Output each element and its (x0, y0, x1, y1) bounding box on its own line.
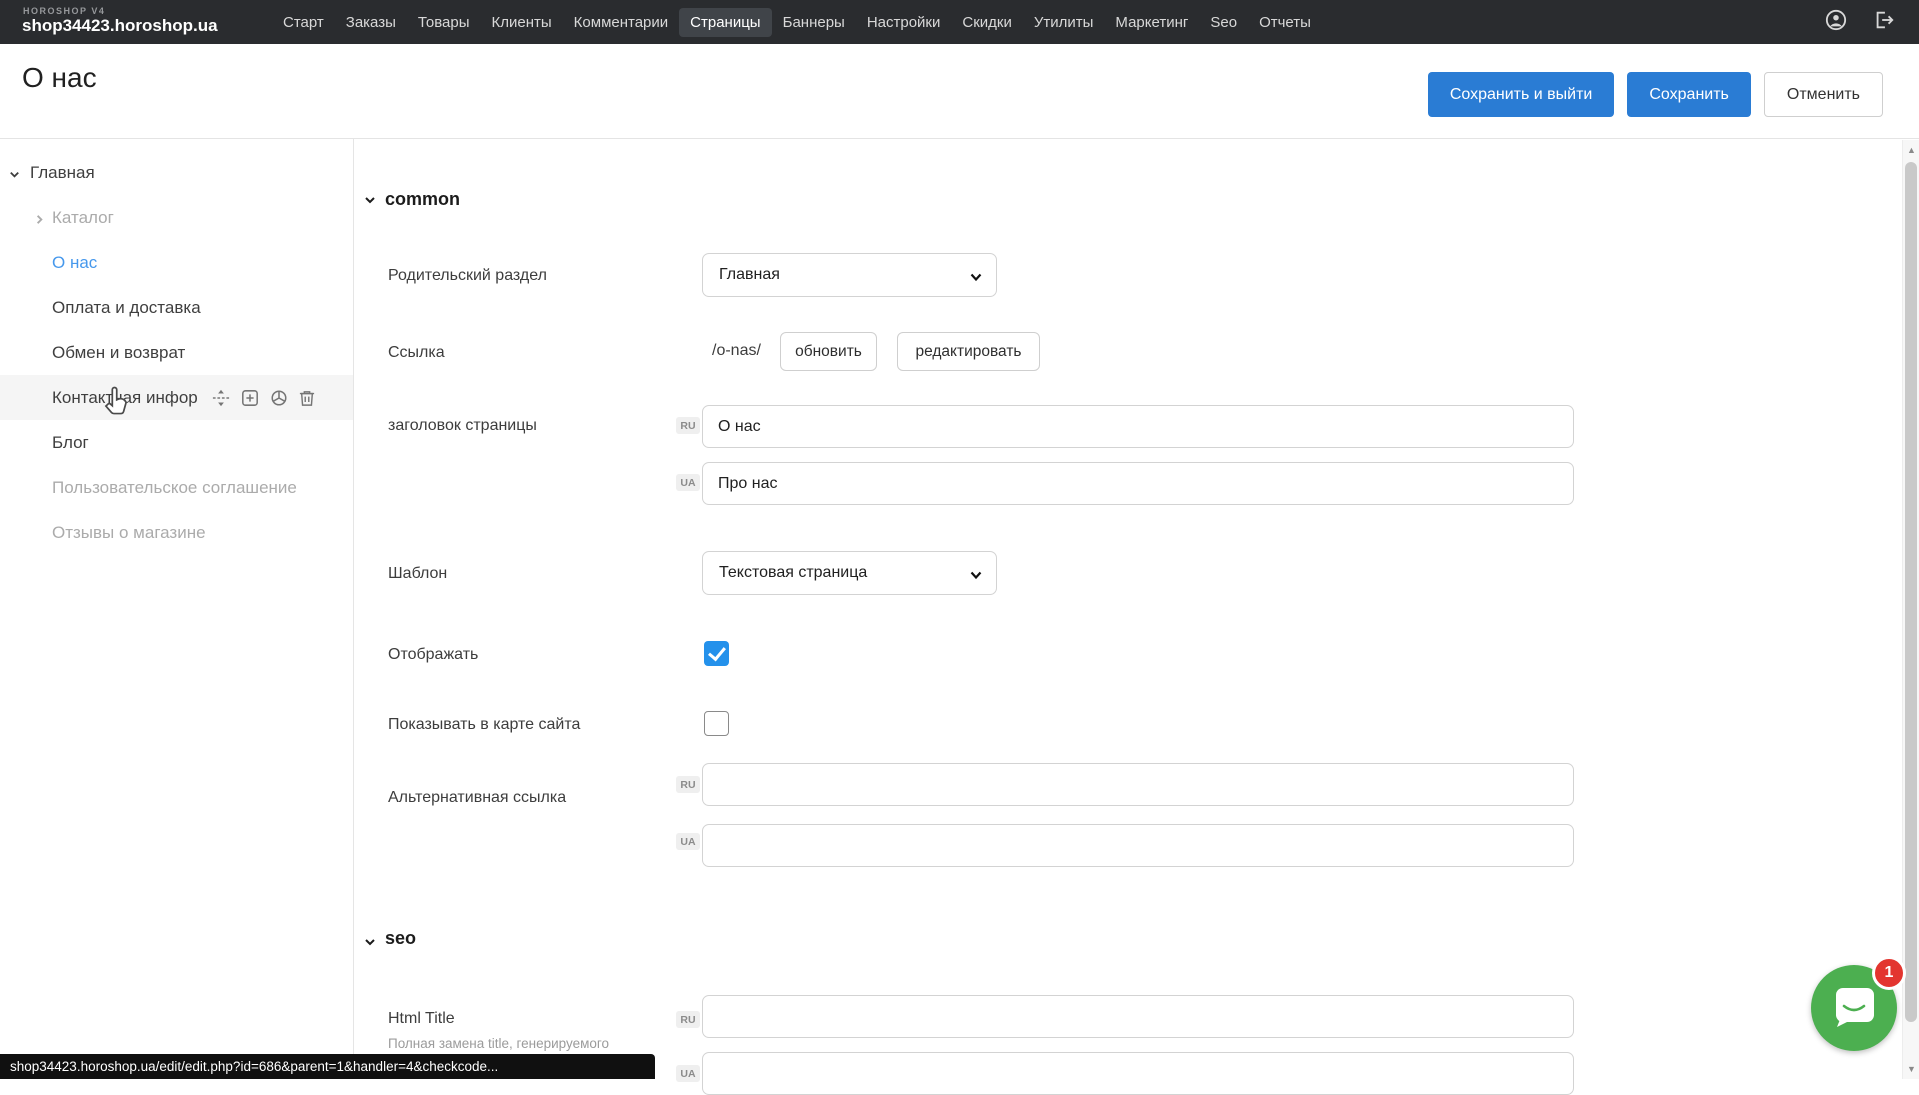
link-refresh-button[interactable]: обновить (780, 332, 877, 371)
status-url-text: shop34423.horoshop.ua/edit/edit.php?id=6… (10, 1059, 498, 1074)
tree-item-label: Обмен и возврат (0, 343, 185, 363)
brand-version-label: HOROSHOP V4 (23, 6, 105, 16)
tree-item-contact-info-hovered[interactable]: Контактная инфор (0, 375, 353, 420)
section-common-title[interactable]: common (385, 189, 460, 210)
section-common-collapse-icon[interactable] (363, 193, 377, 207)
tree-item-exchange-return[interactable]: Обмен и возврат (0, 330, 353, 375)
nav-products[interactable]: Товары (407, 8, 481, 37)
alt-link-ru-input[interactable] (702, 763, 1574, 806)
save-button[interactable]: Сохранить (1627, 72, 1751, 117)
tree-item-blog[interactable]: Блог (0, 420, 353, 465)
html-title-hint: Полная замена title, генерируемого (388, 1036, 609, 1051)
chat-unread-badge: 1 (1872, 956, 1906, 990)
scrollbar-thumb[interactable] (1905, 162, 1917, 1022)
link-path-value: /o-nas/ (712, 342, 761, 360)
save-and-exit-button[interactable]: Сохранить и выйти (1428, 72, 1615, 117)
lang-badge-ru: RU (676, 1011, 700, 1028)
tree-item-label: Оплата и доставка (0, 298, 201, 318)
template-select[interactable]: Текстовая страница (702, 551, 997, 595)
lang-badge-ua: UA (676, 1065, 700, 1082)
nav-reports[interactable]: Отчеты (1248, 8, 1322, 37)
nav-settings[interactable]: Настройки (856, 8, 952, 37)
nav-seo[interactable]: Seo (1199, 8, 1248, 37)
nav-pages[interactable]: Страницы (679, 8, 771, 37)
status-url-tooltip: shop34423.horoshop.ua/edit/edit.php?id=6… (0, 1054, 655, 1079)
tree-item-label: Отзывы о магазине (0, 523, 206, 543)
shop-domain-label[interactable]: shop34423.horoshop.ua (22, 16, 218, 36)
nav-marketing[interactable]: Маркетинг (1104, 8, 1199, 37)
sitemap-label: Показывать в карте сайта (388, 716, 580, 734)
chevron-down-icon[interactable] (8, 166, 22, 180)
nav-start[interactable]: Старт (272, 8, 335, 37)
main-menu: Старт Заказы Товары Клиенты Комментарии … (272, 0, 1322, 44)
nav-banners[interactable]: Баннеры (772, 8, 856, 37)
page-edit-form: common Родительский раздел Главная Ссылк… (355, 139, 1902, 1079)
lang-badge-ua: UA (676, 833, 700, 850)
html-title-ru-input[interactable] (702, 995, 1574, 1038)
tree-item-about-us-selected[interactable]: О нас (0, 240, 353, 285)
add-subpage-icon[interactable] (241, 389, 259, 407)
html-title-ua-input[interactable] (702, 1052, 1574, 1095)
cancel-button[interactable]: Отменить (1764, 72, 1883, 117)
nav-utilities[interactable]: Утилиты (1023, 8, 1105, 37)
section-seo-title[interactable]: seo (385, 928, 416, 949)
tree-item-home[interactable]: Главная (0, 150, 353, 195)
logout-icon[interactable] (1873, 9, 1895, 36)
scroll-down-arrow-icon[interactable]: ▼ (1903, 1064, 1919, 1074)
scroll-up-arrow-icon[interactable]: ▲ (1903, 145, 1919, 155)
nav-discounts[interactable]: Скидки (951, 8, 1022, 37)
link-label: Ссылка (388, 344, 445, 362)
section-seo-collapse-icon[interactable] (363, 935, 377, 949)
tree-item-label: Блог (0, 433, 89, 453)
lang-badge-ru: RU (676, 776, 700, 793)
page-heading-ru-input[interactable] (702, 405, 1574, 448)
lang-badge-ua: UA (676, 474, 700, 491)
tree-item-label: Пользовательское соглашение (0, 478, 297, 498)
top-navigation-bar: HOROSHOP V4 shop34423.horoshop.ua Старт … (0, 0, 1919, 44)
page-header: О нас Сохранить и выйти Сохранить Отмени… (0, 44, 1919, 139)
page-heading-ua-input[interactable] (702, 462, 1574, 505)
nav-orders[interactable]: Заказы (335, 8, 407, 37)
page-title: О нас (22, 62, 97, 94)
delete-icon[interactable] (299, 389, 315, 407)
chevron-right-icon[interactable] (33, 211, 47, 225)
page-heading-label: заголовок страницы (388, 417, 537, 435)
display-label: Отображать (388, 646, 478, 664)
template-label: Шаблон (388, 565, 447, 583)
vertical-scrollbar[interactable]: ▲ ▼ (1902, 140, 1919, 1079)
link-edit-button[interactable]: редактировать (897, 332, 1040, 371)
alt-link-label: Альтернативная ссылка (388, 789, 566, 807)
tree-item-label: О нас (0, 253, 97, 273)
support-chat-button[interactable]: 1 (1811, 965, 1897, 1051)
tree-item-store-reviews[interactable]: Отзывы о магазине (0, 510, 353, 555)
template-value: Текстовая страница (719, 564, 867, 582)
lang-badge-ru: RU (676, 417, 700, 434)
parent-section-label: Родительский раздел (388, 267, 547, 285)
tree-item-user-agreement[interactable]: Пользовательское соглашение (0, 465, 353, 510)
parent-section-select[interactable]: Главная (702, 253, 997, 297)
tree-item-label: Каталог (0, 208, 114, 228)
settings-icon[interactable] (270, 389, 288, 407)
tree-item-payment-delivery[interactable]: Оплата и доставка (0, 285, 353, 330)
alt-link-ua-input[interactable] (702, 824, 1574, 867)
nav-comments[interactable]: Комментарии (563, 8, 679, 37)
display-checkbox-checked[interactable] (704, 641, 729, 666)
tree-item-catalog[interactable]: Каталог (0, 195, 353, 240)
nav-clients[interactable]: Клиенты (481, 8, 563, 37)
tree-item-label: Контактная инфор (0, 388, 198, 408)
pages-tree-sidebar: Главная Каталог О нас Оплата и доставка … (0, 139, 354, 1079)
sitemap-checkbox-unchecked[interactable] (704, 711, 729, 736)
account-icon[interactable] (1825, 9, 1847, 36)
parent-section-value: Главная (719, 266, 780, 284)
html-title-label: Html Title (388, 1010, 455, 1028)
move-item-icon[interactable] (212, 389, 230, 407)
